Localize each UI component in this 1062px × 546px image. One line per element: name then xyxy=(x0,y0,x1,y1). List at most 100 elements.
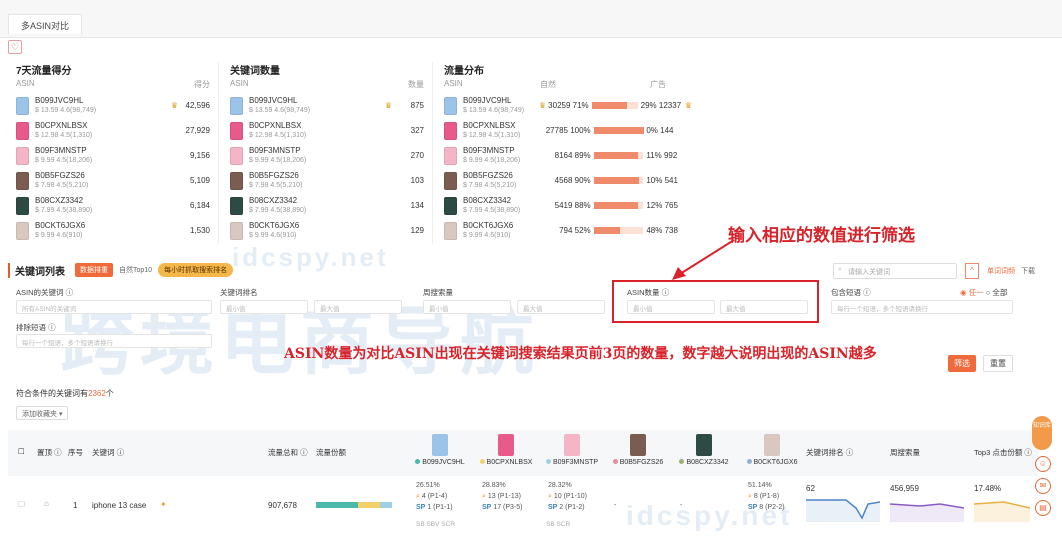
asin-link[interactable]: B08CXZ3342 xyxy=(249,196,384,206)
product-meta: $ 7.99 4.5(38,890) xyxy=(463,206,521,214)
single-word-freq-link[interactable]: 单词词频 xyxy=(987,268,1015,275)
product-meta: $ 7.99 4.5(38,890) xyxy=(35,206,93,214)
keyword-count-panel: 关键词数量 ASIN 数量 B099JVC9HL $ 13.59 4.6(98,74… xyxy=(230,62,424,248)
heart-icon[interactable]: ♡ xyxy=(8,40,22,54)
list-item: B09F3MNSTP $ 9.99 4.5(18,206) 270 xyxy=(230,143,424,168)
share-bar xyxy=(316,502,392,508)
series-dot xyxy=(679,459,685,464)
flow-bar xyxy=(593,227,644,234)
filter-kw-rank-label: 关键词排名 xyxy=(220,288,258,297)
pill-dedupe[interactable]: 数据排重 xyxy=(75,263,113,277)
tag-icon[interactable]: ⌂ xyxy=(44,499,49,508)
search-vol-max-input[interactable]: 最大值 xyxy=(517,300,605,314)
product-meta: $ 7.98 4.5(5,210) xyxy=(35,181,89,189)
product-thumbnail xyxy=(230,221,243,240)
asin-link[interactable]: B0B5FGZS26 xyxy=(249,171,384,181)
exclude-phrase-input[interactable]: 每行一个短语，多个短语请换行 xyxy=(16,334,212,348)
asin-link[interactable]: B099JVC9HL xyxy=(463,96,539,106)
asin-link[interactable]: B099JVC9HL xyxy=(35,96,171,106)
product-meta: $ 13.59 4.6(98,749) xyxy=(35,106,97,114)
product-thumbnail xyxy=(230,96,243,115)
ad-value: 12% 765 xyxy=(646,201,678,210)
product-column-header[interactable]: B08CXZ3342 xyxy=(672,434,736,466)
filter-button[interactable]: 筛选 xyxy=(948,355,976,372)
product-info: B099JVC9HL $ 13.59 4.6(98,749) xyxy=(463,96,539,116)
asin-count-min-input[interactable]: 最小值 xyxy=(627,300,715,314)
product-thumbnail xyxy=(444,221,457,240)
asin-link[interactable]: B09F3MNSTP xyxy=(463,146,539,156)
row-value: 1,530 xyxy=(189,226,210,235)
asin-link[interactable]: B08CXZ3342 xyxy=(35,196,170,206)
row-ad-types-b: SB SCR xyxy=(546,521,571,528)
search-vol-min-input[interactable]: 最小值 xyxy=(423,300,511,314)
kw-rank-max-input[interactable]: 最大值 xyxy=(314,300,402,314)
list-item: B08CXZ3342 $ 7.99 4.5(38,890) 5419 88% 12% … xyxy=(444,193,694,218)
product-thumbnail xyxy=(444,146,457,165)
asin-link[interactable]: B0CPXNLBSX xyxy=(463,121,539,131)
keyword-search-input[interactable]: ⌕ 请输入关键词 xyxy=(833,263,957,279)
row-value: 270 xyxy=(410,151,424,160)
row-value: 129 xyxy=(410,226,424,235)
product-column-label: B0B5FGZS26 xyxy=(606,459,670,466)
col-count: 数量 xyxy=(408,80,424,89)
divider xyxy=(432,62,433,244)
knowledge-base-button[interactable]: 知识库 xyxy=(1032,416,1052,450)
product-column-header[interactable]: B09F3MNSTP xyxy=(540,434,604,466)
row-volume: 907,678 xyxy=(268,501,297,510)
row-keyword[interactable]: iphone 13 case xyxy=(92,501,146,510)
product-column-header[interactable]: B0B5FGZS26 xyxy=(606,434,670,466)
ad-value: 10% 541 xyxy=(646,176,678,185)
product-column-header[interactable]: B0CKT6JGX6 xyxy=(740,434,804,466)
flow-bar-fill xyxy=(593,202,638,209)
download-link[interactable]: 下载 xyxy=(1021,268,1035,275)
th-weekly-volume: 周搜索量 xyxy=(890,448,920,457)
asin-link[interactable]: B0CKT6JGX6 xyxy=(249,221,384,231)
row-value: 9,156 xyxy=(189,151,210,160)
asin-link[interactable]: B0CKT6JGX6 xyxy=(35,221,170,231)
row-checkbox[interactable]: ☐ xyxy=(18,500,25,509)
asin-link[interactable]: B09F3MNSTP xyxy=(35,146,170,156)
keyword-list-title: 关键词列表 xyxy=(8,262,65,278)
row-value: 27,929 xyxy=(185,126,210,135)
asin-link[interactable]: B0B5FGZS26 xyxy=(463,171,539,181)
crown-icon: ♛ xyxy=(684,101,692,110)
asin-link[interactable]: B0CKT6JGX6 xyxy=(463,221,539,231)
keyword-links: 单词词频 下载 xyxy=(987,266,1035,276)
product-column-header[interactable]: B0CPXNLBSX xyxy=(474,434,538,466)
tab-multi-asin[interactable]: 多ASIN对比 xyxy=(8,14,83,34)
asin-kw-select[interactable]: 所有ASIN的关键词 xyxy=(16,300,212,314)
list-item: B099JVC9HL $ 13.59 4.6(98,749) ♛ 42,596 xyxy=(16,93,210,118)
list-item: B09F3MNSTP $ 9.99 4.5(18,206) 8164 89% 11% … xyxy=(444,143,694,168)
asin-link[interactable]: B0CPXNLBSX xyxy=(249,121,384,131)
include-mode-radio[interactable]: ◉ 任一 ○ 全部 xyxy=(960,287,1007,298)
add-favorites-dropdown[interactable]: 添加收藏夹 ▾ xyxy=(16,406,69,420)
asin-link[interactable]: B09F3MNSTP xyxy=(249,146,384,156)
asin-link[interactable]: B0B5FGZS26 xyxy=(35,171,170,181)
col-natural: 自然 xyxy=(540,80,556,89)
asin-link[interactable]: B08CXZ3342 xyxy=(463,196,539,206)
user-icon[interactable]: ☺ xyxy=(1035,456,1051,472)
asin-link[interactable]: B099JVC9HL xyxy=(249,96,385,106)
traffic-score-panel: 7天流量得分 ASIN 得分 B099JVC9HL $ 13.59 4.6(98,7… xyxy=(16,62,210,248)
product-thumbnail xyxy=(230,121,243,140)
chat-icon[interactable]: ✉ xyxy=(1035,478,1051,494)
asin-link[interactable]: B0CPXNLBSX xyxy=(35,121,170,131)
series-dot xyxy=(612,459,618,464)
product-column-header[interactable]: B099JVC9HL xyxy=(408,434,472,466)
asin-count-max-input[interactable]: 最大值 xyxy=(720,300,808,314)
product-info: B09F3MNSTP $ 9.99 4.5(18,206) xyxy=(249,146,384,166)
product-meta: $ 7.98 4.5(5,210) xyxy=(249,181,303,189)
select-all-checkbox[interactable]: ☐ xyxy=(18,447,25,456)
flow-bar-fill xyxy=(593,227,620,234)
collapse-toggle[interactable]: ^ xyxy=(965,263,979,279)
include-phrase-input[interactable]: 每行一个短语，多个短语请换行 xyxy=(831,300,1013,314)
natural-value: 27785 100% xyxy=(545,126,591,135)
flow-bar xyxy=(593,202,644,209)
th-share: 流量份额 xyxy=(316,448,346,457)
reset-button[interactable]: 重置 xyxy=(983,355,1013,372)
kw-rank-min-input[interactable]: 最小值 xyxy=(220,300,308,314)
pill-hourly-rank[interactable]: 每小时抓取搜索排名 xyxy=(158,263,234,277)
pill-natural-top10[interactable]: 自然Top10 xyxy=(119,265,152,275)
panel-title: 关键词数量 xyxy=(230,66,280,77)
document-icon[interactable]: ▤ xyxy=(1035,500,1051,516)
